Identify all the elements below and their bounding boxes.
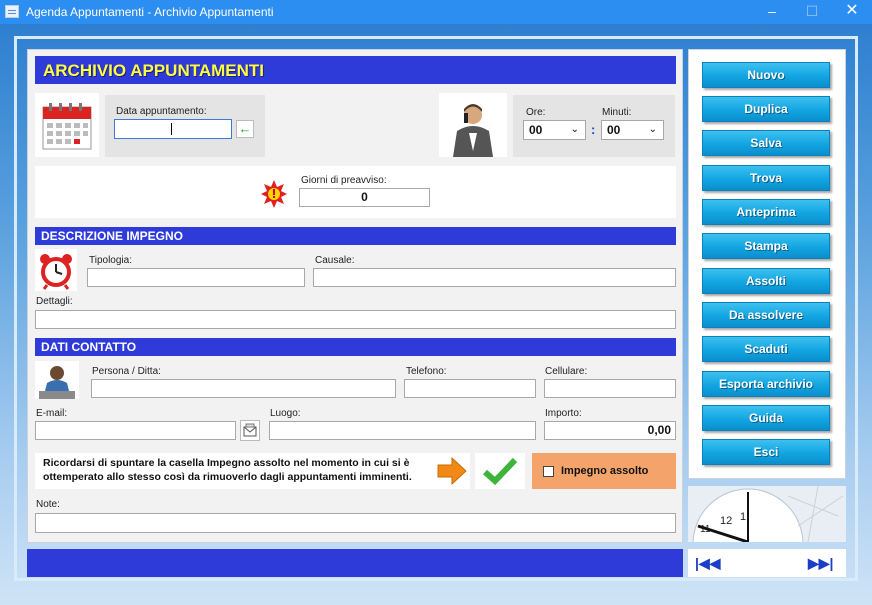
email-label: E-mail: bbox=[36, 408, 68, 419]
side-button[interactable]: Duplica bbox=[702, 96, 830, 122]
tipologia-label: Tipologia: bbox=[89, 255, 132, 266]
calendar-icon bbox=[42, 103, 92, 150]
minuti-value: 00 bbox=[607, 123, 621, 137]
side-button[interactable]: Da assolvere bbox=[702, 302, 830, 328]
contact-image-box bbox=[35, 361, 79, 399]
alarm-image-box bbox=[35, 249, 77, 291]
alert-burst-icon bbox=[261, 180, 287, 208]
clock-one: 1 bbox=[740, 511, 746, 523]
minuti-label: Minuti: bbox=[602, 107, 632, 118]
cellulare-input[interactable] bbox=[544, 379, 676, 398]
causale-input[interactable] bbox=[313, 268, 676, 287]
text-cursor bbox=[171, 123, 172, 135]
clock-icon: 11 12 1 bbox=[688, 486, 846, 542]
dettagli-input[interactable] bbox=[35, 310, 676, 329]
phone-man-image bbox=[439, 93, 507, 157]
arrow-right-icon bbox=[437, 456, 467, 486]
note-label: Note: bbox=[36, 499, 60, 510]
descrizione-header: DESCRIZIONE IMPEGNO bbox=[35, 227, 676, 245]
side-button[interactable]: Scaduti bbox=[702, 336, 830, 362]
clock-twelve: 12 bbox=[720, 515, 732, 527]
nav-first-icon[interactable]: |◀◀ bbox=[695, 555, 720, 572]
luogo-label: Luogo: bbox=[270, 408, 301, 419]
side-button[interactable]: Anteprima bbox=[702, 199, 830, 225]
tipologia-input[interactable] bbox=[87, 268, 305, 287]
side-button[interactable]: Nuovo bbox=[702, 62, 830, 88]
person-phone-icon bbox=[453, 104, 493, 157]
importo-input[interactable]: 0,00 bbox=[544, 421, 676, 440]
note-input[interactable] bbox=[35, 513, 676, 533]
date-picker-arrow-icon[interactable]: ← bbox=[236, 120, 254, 138]
assolto-label: Impegno assolto bbox=[561, 465, 649, 477]
arrow-box bbox=[434, 453, 470, 489]
person-desk-icon bbox=[39, 366, 75, 399]
side-button[interactable]: Assolti bbox=[702, 268, 830, 294]
checkmark-box bbox=[475, 453, 525, 489]
causale-label: Causale: bbox=[315, 255, 355, 266]
checkmark-icon bbox=[482, 457, 518, 486]
dettagli-label: Dettagli: bbox=[36, 296, 73, 307]
telefono-label: Telefono: bbox=[406, 366, 447, 377]
title-bar: Agenda Appuntamenti - Archivio Appuntame… bbox=[0, 0, 872, 24]
side-button[interactable]: Esci bbox=[702, 439, 830, 465]
assolto-group[interactable]: Impegno assolto bbox=[532, 453, 676, 489]
side-button[interactable]: Guida bbox=[702, 405, 830, 431]
ore-select[interactable]: 00 ⌄ bbox=[523, 120, 586, 140]
calendar-image-box bbox=[35, 93, 99, 157]
email-send-icon[interactable] bbox=[240, 420, 260, 441]
side-button[interactable]: Trova bbox=[702, 165, 830, 191]
side-button[interactable]: Stampa bbox=[702, 233, 830, 259]
side-button[interactable]: Salva bbox=[702, 130, 830, 156]
cellulare-label: Cellulare: bbox=[545, 366, 588, 377]
ore-value: 00 bbox=[529, 123, 543, 137]
persona-label: Persona / Ditta: bbox=[92, 366, 161, 377]
reminder-text: Ricordarsi di spuntare la casella Impegn… bbox=[35, 453, 440, 489]
side-button[interactable]: Esporta archivio bbox=[702, 371, 830, 397]
luogo-input[interactable] bbox=[269, 421, 536, 440]
telefono-input[interactable] bbox=[404, 379, 536, 398]
alarm-clock-icon bbox=[40, 254, 72, 290]
time-separator: : bbox=[591, 122, 596, 137]
window-title: Agenda Appuntamenti - Archivio Appuntame… bbox=[26, 5, 274, 19]
minimize-button[interactable]: – bbox=[752, 0, 792, 24]
minuti-select[interactable]: 00 ⌄ bbox=[601, 120, 664, 140]
contatto-header: DATI CONTATTO bbox=[35, 338, 676, 356]
preavviso-label: Giorni di preavviso: bbox=[301, 175, 387, 186]
preavviso-input[interactable]: 0 bbox=[299, 188, 430, 207]
email-input[interactable] bbox=[35, 421, 236, 440]
close-button[interactable]: ✕ bbox=[832, 0, 872, 24]
chevron-down-icon: ⌄ bbox=[570, 124, 579, 135]
clock-image: 11 12 1 bbox=[688, 486, 846, 542]
status-bar bbox=[27, 549, 683, 577]
date-label: Data appuntamento: bbox=[116, 106, 207, 117]
page-title: ARCHIVIO APPUNTAMENTI bbox=[35, 56, 676, 84]
ore-label: Ore: bbox=[526, 107, 546, 118]
maximize-button[interactable]: ☐ bbox=[792, 0, 832, 24]
nav-last-icon[interactable]: ▶▶| bbox=[808, 555, 833, 572]
app-icon bbox=[5, 5, 19, 18]
chevron-down-icon: ⌄ bbox=[648, 124, 657, 135]
persona-input[interactable] bbox=[91, 379, 396, 398]
date-input[interactable] bbox=[114, 119, 232, 139]
assolto-checkbox[interactable] bbox=[543, 466, 554, 477]
importo-label: Importo: bbox=[545, 408, 582, 419]
